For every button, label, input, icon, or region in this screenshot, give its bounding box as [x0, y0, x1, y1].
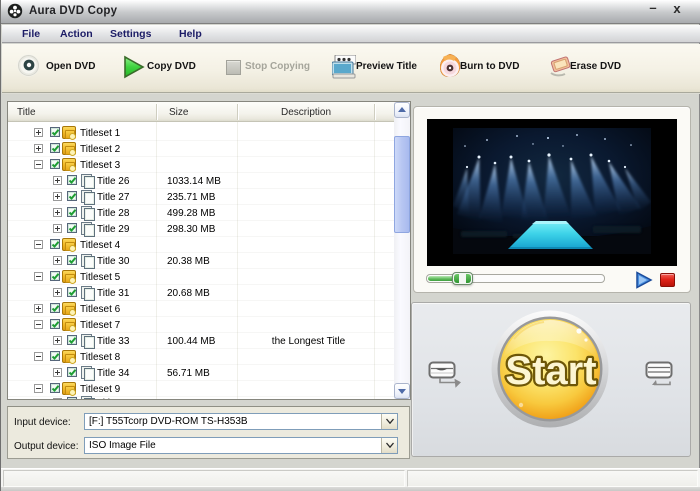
svg-text:Start: Start: [505, 349, 596, 393]
